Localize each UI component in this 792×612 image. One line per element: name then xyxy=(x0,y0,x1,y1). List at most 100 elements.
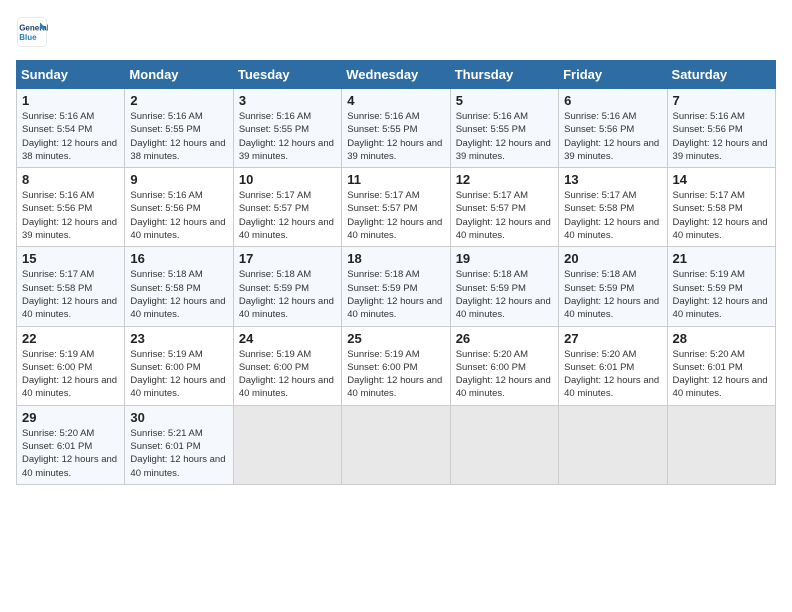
col-header-sunday: Sunday xyxy=(17,61,125,89)
day-info: Sunrise: 5:16 AM Sunset: 5:56 PM Dayligh… xyxy=(564,110,661,163)
day-number: 11 xyxy=(347,172,444,187)
col-header-thursday: Thursday xyxy=(450,61,558,89)
day-number: 12 xyxy=(456,172,553,187)
calendar-week-row: 22 Sunrise: 5:19 AM Sunset: 6:00 PM Dayl… xyxy=(17,326,776,405)
day-number: 6 xyxy=(564,93,661,108)
day-number: 27 xyxy=(564,331,661,346)
calendar-cell: 23 Sunrise: 5:19 AM Sunset: 6:00 PM Dayl… xyxy=(125,326,233,405)
day-number: 19 xyxy=(456,251,553,266)
day-number: 20 xyxy=(564,251,661,266)
calendar-cell xyxy=(559,405,667,484)
col-header-wednesday: Wednesday xyxy=(342,61,450,89)
day-info: Sunrise: 5:20 AM Sunset: 6:01 PM Dayligh… xyxy=(673,348,770,401)
day-info: Sunrise: 5:18 AM Sunset: 5:59 PM Dayligh… xyxy=(239,268,336,321)
calendar-cell: 17 Sunrise: 5:18 AM Sunset: 5:59 PM Dayl… xyxy=(233,247,341,326)
day-info: Sunrise: 5:16 AM Sunset: 5:55 PM Dayligh… xyxy=(130,110,227,163)
day-info: Sunrise: 5:18 AM Sunset: 5:59 PM Dayligh… xyxy=(564,268,661,321)
calendar-cell: 14 Sunrise: 5:17 AM Sunset: 5:58 PM Dayl… xyxy=(667,168,775,247)
day-info: Sunrise: 5:20 AM Sunset: 6:00 PM Dayligh… xyxy=(456,348,553,401)
day-number: 14 xyxy=(673,172,770,187)
calendar-cell xyxy=(233,405,341,484)
calendar-cell: 15 Sunrise: 5:17 AM Sunset: 5:58 PM Dayl… xyxy=(17,247,125,326)
calendar-cell: 20 Sunrise: 5:18 AM Sunset: 5:59 PM Dayl… xyxy=(559,247,667,326)
calendar-cell: 28 Sunrise: 5:20 AM Sunset: 6:01 PM Dayl… xyxy=(667,326,775,405)
calendar-cell: 18 Sunrise: 5:18 AM Sunset: 5:59 PM Dayl… xyxy=(342,247,450,326)
day-info: Sunrise: 5:16 AM Sunset: 5:55 PM Dayligh… xyxy=(239,110,336,163)
day-number: 28 xyxy=(673,331,770,346)
calendar-cell: 22 Sunrise: 5:19 AM Sunset: 6:00 PM Dayl… xyxy=(17,326,125,405)
calendar-cell: 9 Sunrise: 5:16 AM Sunset: 5:56 PM Dayli… xyxy=(125,168,233,247)
day-number: 18 xyxy=(347,251,444,266)
day-number: 3 xyxy=(239,93,336,108)
page-header: General Blue xyxy=(16,16,776,48)
day-info: Sunrise: 5:20 AM Sunset: 6:01 PM Dayligh… xyxy=(564,348,661,401)
day-number: 16 xyxy=(130,251,227,266)
calendar-cell: 21 Sunrise: 5:19 AM Sunset: 5:59 PM Dayl… xyxy=(667,247,775,326)
day-info: Sunrise: 5:19 AM Sunset: 6:00 PM Dayligh… xyxy=(130,348,227,401)
day-info: Sunrise: 5:21 AM Sunset: 6:01 PM Dayligh… xyxy=(130,427,227,480)
col-header-tuesday: Tuesday xyxy=(233,61,341,89)
day-info: Sunrise: 5:18 AM Sunset: 5:59 PM Dayligh… xyxy=(456,268,553,321)
calendar-cell: 27 Sunrise: 5:20 AM Sunset: 6:01 PM Dayl… xyxy=(559,326,667,405)
day-number: 5 xyxy=(456,93,553,108)
calendar-cell: 19 Sunrise: 5:18 AM Sunset: 5:59 PM Dayl… xyxy=(450,247,558,326)
calendar-cell: 2 Sunrise: 5:16 AM Sunset: 5:55 PM Dayli… xyxy=(125,89,233,168)
day-number: 2 xyxy=(130,93,227,108)
day-number: 8 xyxy=(22,172,119,187)
calendar-cell xyxy=(667,405,775,484)
day-info: Sunrise: 5:16 AM Sunset: 5:56 PM Dayligh… xyxy=(22,189,119,242)
calendar-cell: 24 Sunrise: 5:19 AM Sunset: 6:00 PM Dayl… xyxy=(233,326,341,405)
day-info: Sunrise: 5:17 AM Sunset: 5:58 PM Dayligh… xyxy=(22,268,119,321)
day-info: Sunrise: 5:18 AM Sunset: 5:58 PM Dayligh… xyxy=(130,268,227,321)
day-number: 26 xyxy=(456,331,553,346)
calendar-cell: 5 Sunrise: 5:16 AM Sunset: 5:55 PM Dayli… xyxy=(450,89,558,168)
day-number: 9 xyxy=(130,172,227,187)
calendar-week-row: 15 Sunrise: 5:17 AM Sunset: 5:58 PM Dayl… xyxy=(17,247,776,326)
calendar-cell xyxy=(342,405,450,484)
day-number: 22 xyxy=(22,331,119,346)
calendar-cell: 13 Sunrise: 5:17 AM Sunset: 5:58 PM Dayl… xyxy=(559,168,667,247)
calendar-cell: 12 Sunrise: 5:17 AM Sunset: 5:57 PM Dayl… xyxy=(450,168,558,247)
day-number: 10 xyxy=(239,172,336,187)
calendar-cell: 29 Sunrise: 5:20 AM Sunset: 6:01 PM Dayl… xyxy=(17,405,125,484)
calendar-cell: 30 Sunrise: 5:21 AM Sunset: 6:01 PM Dayl… xyxy=(125,405,233,484)
day-info: Sunrise: 5:17 AM Sunset: 5:57 PM Dayligh… xyxy=(456,189,553,242)
day-number: 15 xyxy=(22,251,119,266)
day-info: Sunrise: 5:16 AM Sunset: 5:56 PM Dayligh… xyxy=(673,110,770,163)
day-info: Sunrise: 5:19 AM Sunset: 6:00 PM Dayligh… xyxy=(347,348,444,401)
day-info: Sunrise: 5:19 AM Sunset: 6:00 PM Dayligh… xyxy=(239,348,336,401)
day-info: Sunrise: 5:16 AM Sunset: 5:55 PM Dayligh… xyxy=(456,110,553,163)
day-info: Sunrise: 5:16 AM Sunset: 5:54 PM Dayligh… xyxy=(22,110,119,163)
calendar-cell: 7 Sunrise: 5:16 AM Sunset: 5:56 PM Dayli… xyxy=(667,89,775,168)
day-info: Sunrise: 5:16 AM Sunset: 5:55 PM Dayligh… xyxy=(347,110,444,163)
day-number: 4 xyxy=(347,93,444,108)
day-number: 23 xyxy=(130,331,227,346)
calendar-header-row: SundayMondayTuesdayWednesdayThursdayFrid… xyxy=(17,61,776,89)
day-info: Sunrise: 5:17 AM Sunset: 5:57 PM Dayligh… xyxy=(239,189,336,242)
col-header-monday: Monday xyxy=(125,61,233,89)
day-number: 24 xyxy=(239,331,336,346)
calendar-week-row: 29 Sunrise: 5:20 AM Sunset: 6:01 PM Dayl… xyxy=(17,405,776,484)
day-info: Sunrise: 5:20 AM Sunset: 6:01 PM Dayligh… xyxy=(22,427,119,480)
day-number: 7 xyxy=(673,93,770,108)
calendar-cell: 1 Sunrise: 5:16 AM Sunset: 5:54 PM Dayli… xyxy=(17,89,125,168)
logo-icon: General Blue xyxy=(16,16,48,48)
calendar-cell: 3 Sunrise: 5:16 AM Sunset: 5:55 PM Dayli… xyxy=(233,89,341,168)
calendar-cell: 16 Sunrise: 5:18 AM Sunset: 5:58 PM Dayl… xyxy=(125,247,233,326)
day-number: 1 xyxy=(22,93,119,108)
svg-text:Blue: Blue xyxy=(19,33,37,42)
day-number: 13 xyxy=(564,172,661,187)
day-number: 21 xyxy=(673,251,770,266)
calendar-cell: 11 Sunrise: 5:17 AM Sunset: 5:57 PM Dayl… xyxy=(342,168,450,247)
calendar-cell: 6 Sunrise: 5:16 AM Sunset: 5:56 PM Dayli… xyxy=(559,89,667,168)
day-number: 29 xyxy=(22,410,119,425)
col-header-friday: Friday xyxy=(559,61,667,89)
calendar-cell: 10 Sunrise: 5:17 AM Sunset: 5:57 PM Dayl… xyxy=(233,168,341,247)
calendar-cell: 4 Sunrise: 5:16 AM Sunset: 5:55 PM Dayli… xyxy=(342,89,450,168)
calendar-cell xyxy=(450,405,558,484)
calendar-week-row: 8 Sunrise: 5:16 AM Sunset: 5:56 PM Dayli… xyxy=(17,168,776,247)
day-info: Sunrise: 5:19 AM Sunset: 5:59 PM Dayligh… xyxy=(673,268,770,321)
day-info: Sunrise: 5:18 AM Sunset: 5:59 PM Dayligh… xyxy=(347,268,444,321)
day-number: 30 xyxy=(130,410,227,425)
calendar-cell: 8 Sunrise: 5:16 AM Sunset: 5:56 PM Dayli… xyxy=(17,168,125,247)
